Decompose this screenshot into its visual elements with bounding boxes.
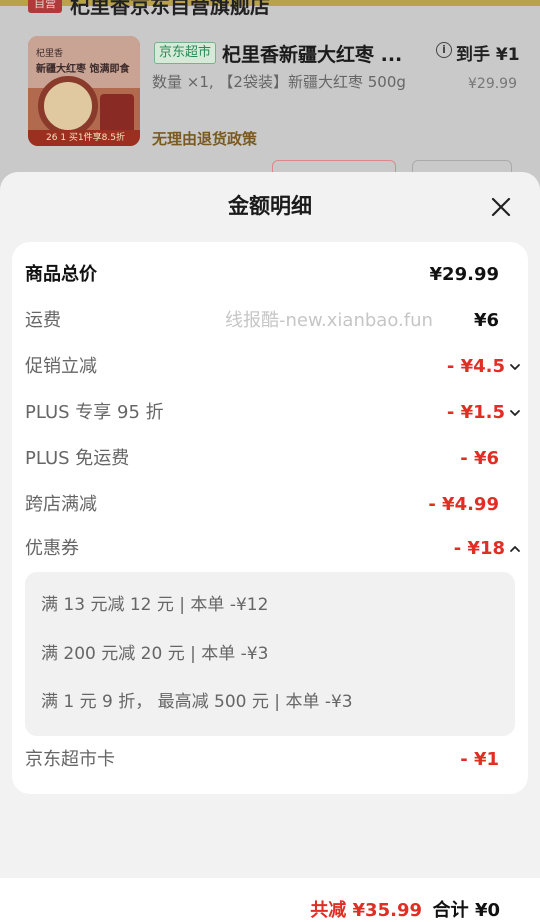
- row-value: - ¥1: [460, 749, 499, 770]
- row-supermarket-card: 京东超市卡 - ¥1: [25, 746, 515, 774]
- chevron-down-icon[interactable]: [509, 361, 521, 373]
- row-value: ¥29.99: [429, 264, 499, 285]
- row-value: - ¥18: [453, 538, 505, 559]
- product-image-slogan: 新疆大红枣 饱满即食: [36, 64, 130, 75]
- return-policy: 无理由退货政策: [152, 130, 258, 148]
- sheet-title: 金额明细: [228, 194, 312, 218]
- watermark: 线报酷-new.xianbao.fun: [225, 310, 433, 331]
- row-label: 运费: [25, 310, 61, 331]
- coupon-item: 满 13 元减 12 元 | 本单 -¥12: [41, 595, 269, 615]
- channel-tag: 京东超市: [154, 42, 217, 64]
- chevron-up-icon[interactable]: [509, 543, 521, 555]
- row-promo-discount[interactable]: 促销立减 - ¥4.5: [25, 353, 520, 381]
- row-plus-free-shipping: PLUS 免运费 - ¥6: [25, 445, 515, 473]
- row-label: 跨店满减: [25, 494, 97, 515]
- product-title: 杞里香新疆大红枣 ...: [222, 44, 403, 66]
- row-total-price: 商品总价 ¥29.99: [25, 261, 515, 289]
- product-desc: 数量 ×1, 【2袋装】新疆大红枣 500g: [152, 73, 406, 91]
- shop-badge: 自营: [28, 0, 62, 13]
- row-label: 京东超市卡: [25, 749, 115, 770]
- row-shipping: 运费 线报酷-new.xianbao.fun ¥6: [25, 307, 515, 335]
- coupon-item: 满 1 元 9 折， 最高减 500 元 | 本单 -¥3: [41, 692, 353, 712]
- row-label: 商品总价: [25, 264, 97, 285]
- row-coupon[interactable]: 优惠券 - ¥18: [25, 535, 520, 563]
- row-cross-store-discount: 跨店满减 - ¥4.99: [25, 491, 515, 519]
- package-graphic: [100, 94, 134, 134]
- coupon-item: 满 200 元减 20 元 | 本单 -¥3: [41, 644, 269, 664]
- to-hand-price: 到手 ¥1: [456, 45, 520, 65]
- product-image-strip: 26 1 买1件享8.5折: [28, 130, 140, 146]
- coupon-detail-box: 满 13 元减 12 元 | 本单 -¥12 满 200 元减 20 元 | 本…: [25, 572, 515, 736]
- row-value: - ¥4.99: [428, 494, 499, 515]
- row-label: PLUS 专享 95 折: [25, 402, 164, 423]
- background-page: 自营 杞里香京东自营旗舰店 杞里香 新疆大红枣 饱满即食 26 1 买1件享8.…: [0, 0, 540, 200]
- total-saved: 共减 ¥35.99: [310, 900, 422, 921]
- row-value: - ¥4.5: [446, 356, 505, 377]
- row-value: - ¥1.5: [446, 402, 505, 423]
- close-button[interactable]: [488, 194, 514, 220]
- amount-detail-sheet: 金额明细 商品总价 ¥29.99 运费 线报酷-new.xianbao.fun …: [0, 172, 540, 922]
- row-value: - ¥6: [460, 448, 499, 469]
- product-image-brand: 杞里香: [36, 49, 64, 59]
- row-label: 促销立减: [25, 356, 97, 377]
- shop-header: 自营 杞里香京东自营旗舰店: [28, 0, 270, 18]
- product-price: ¥29.99: [468, 76, 517, 92]
- close-icon: [491, 197, 511, 217]
- grand-total: 合计 ¥0: [432, 900, 500, 921]
- info-icon: i: [436, 42, 452, 58]
- footer-summary: 共减 ¥35.99 合计 ¥0: [0, 878, 540, 922]
- amount-detail-card: 商品总价 ¥29.99 运费 线报酷-new.xianbao.fun ¥6 促销…: [12, 242, 528, 794]
- product-image: 杞里香 新疆大红枣 饱满即食 26 1 买1件享8.5折: [28, 36, 140, 146]
- row-plus-discount[interactable]: PLUS 专享 95 折 - ¥1.5: [25, 399, 520, 427]
- row-value: ¥6: [473, 310, 499, 331]
- row-label: 优惠券: [25, 538, 79, 559]
- row-label: PLUS 免运费: [25, 448, 130, 469]
- shop-name: 杞里香京东自营旗舰店: [70, 0, 270, 18]
- jujube-graphic: [38, 76, 98, 136]
- chevron-down-icon[interactable]: [509, 407, 521, 419]
